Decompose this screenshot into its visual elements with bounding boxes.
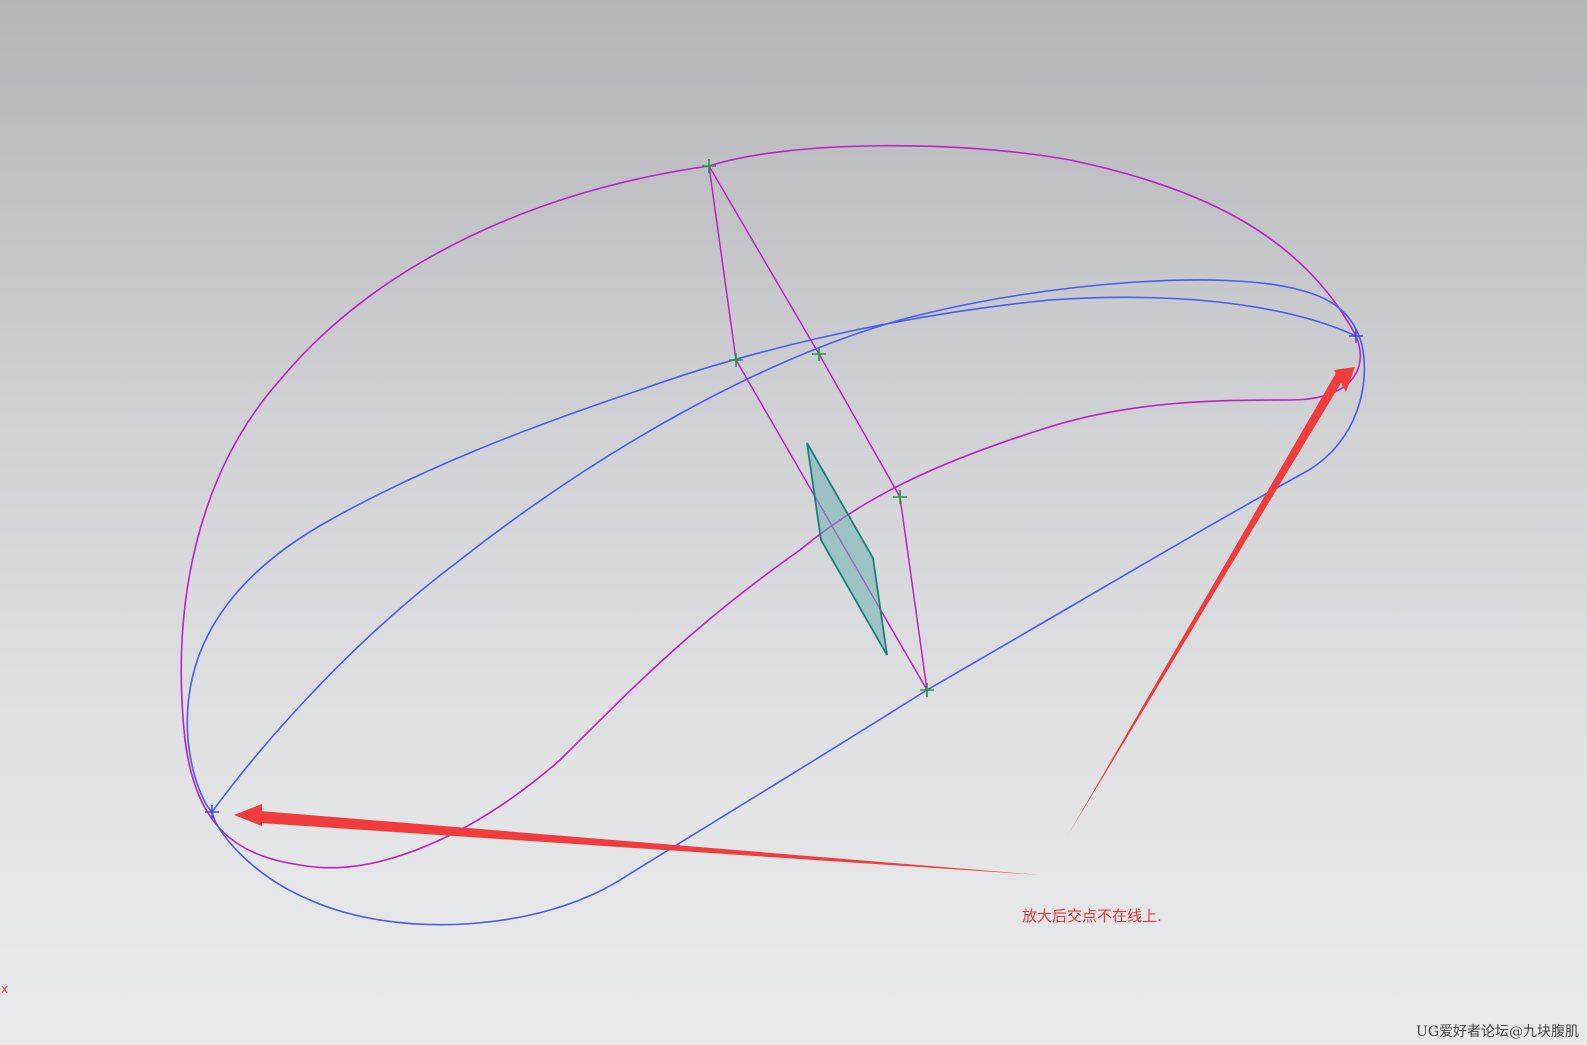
- geometry-canvas[interactable]: [0, 0, 1587, 1045]
- point-top[interactable]: [702, 159, 716, 173]
- point-mid-left[interactable]: [729, 353, 743, 367]
- magenta-line-a[interactable]: [708, 165, 928, 691]
- magenta-line-b[interactable]: [708, 165, 928, 691]
- blue-inner-curve[interactable]: [186, 296, 1357, 813]
- arrow-left: [234, 804, 1040, 875]
- annotation-text: 放大后交点不在线上.: [1022, 907, 1162, 925]
- arrow-right: [1068, 367, 1355, 835]
- watermark: UG爱好者论坛@九块腹肌: [1416, 1024, 1579, 1040]
- point-lower-right[interactable]: [893, 490, 907, 504]
- magenta-outer-curve[interactable]: [180, 144, 1361, 869]
- intersection-surface[interactable]: [806, 442, 888, 656]
- point-bottom[interactable]: [920, 683, 934, 697]
- graphics-viewport[interactable]: 放大后交点不在线上. x UG爱好者论坛@九块腹肌: [0, 0, 1587, 1045]
- axis-x-label: x: [1, 982, 9, 996]
